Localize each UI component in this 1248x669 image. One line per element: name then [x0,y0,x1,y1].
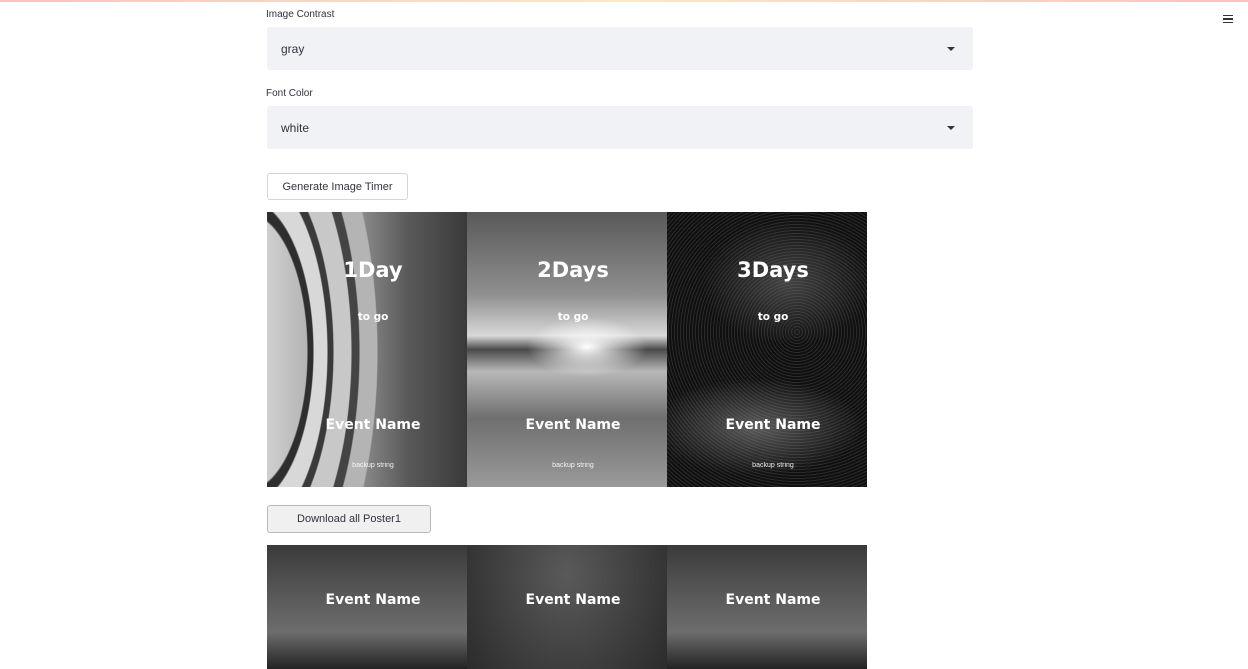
poster-image: Event Name [467,545,667,669]
poster-event-name: Event Name [525,592,621,608]
poster-subtitle: to go [357,311,389,323]
chevron-down-icon [947,125,955,130]
download-all-posters-button[interactable]: Download all Poster1 [267,505,431,533]
image-contrast-label: Image Contrast [266,9,335,20]
poster-event-name: Event Name [325,592,421,608]
image-contrast-select[interactable]: gray [267,27,973,70]
poster-event-name: Event Name [725,592,821,608]
poster-subtitle: to go [557,311,589,323]
poster-note: backup string [352,462,394,469]
hamburger-menu-icon[interactable] [1219,11,1237,27]
poster-image: 2Days to go Event Name backup string [467,212,667,487]
poster-title: 3Days [737,258,809,282]
image-contrast-value: gray [281,41,305,56]
generate-image-timer-button[interactable]: Generate Image Timer [267,173,408,200]
font-color-select[interactable]: white [267,106,973,149]
chevron-down-icon [947,46,955,51]
font-color-label: Font Color [266,88,313,99]
font-color-value: white [281,120,310,135]
poster-event-name: Event Name [525,417,621,433]
poster-image: Event Name [267,545,467,669]
poster-image: 1Day to go Event Name backup string [267,212,467,487]
poster-image: Event Name [667,545,867,669]
poster-image: 3Days to go Event Name backup string [667,212,867,487]
poster-note: backup string [552,462,594,469]
poster-title: 2Days [537,258,609,282]
poster-title: 1Day [343,258,403,282]
poster-subtitle: to go [757,311,789,323]
poster-event-name: Event Name [725,417,821,433]
poster-note: backup string [752,462,794,469]
poster-event-name: Event Name [325,417,421,433]
top-decoration-bar [0,0,1248,2]
